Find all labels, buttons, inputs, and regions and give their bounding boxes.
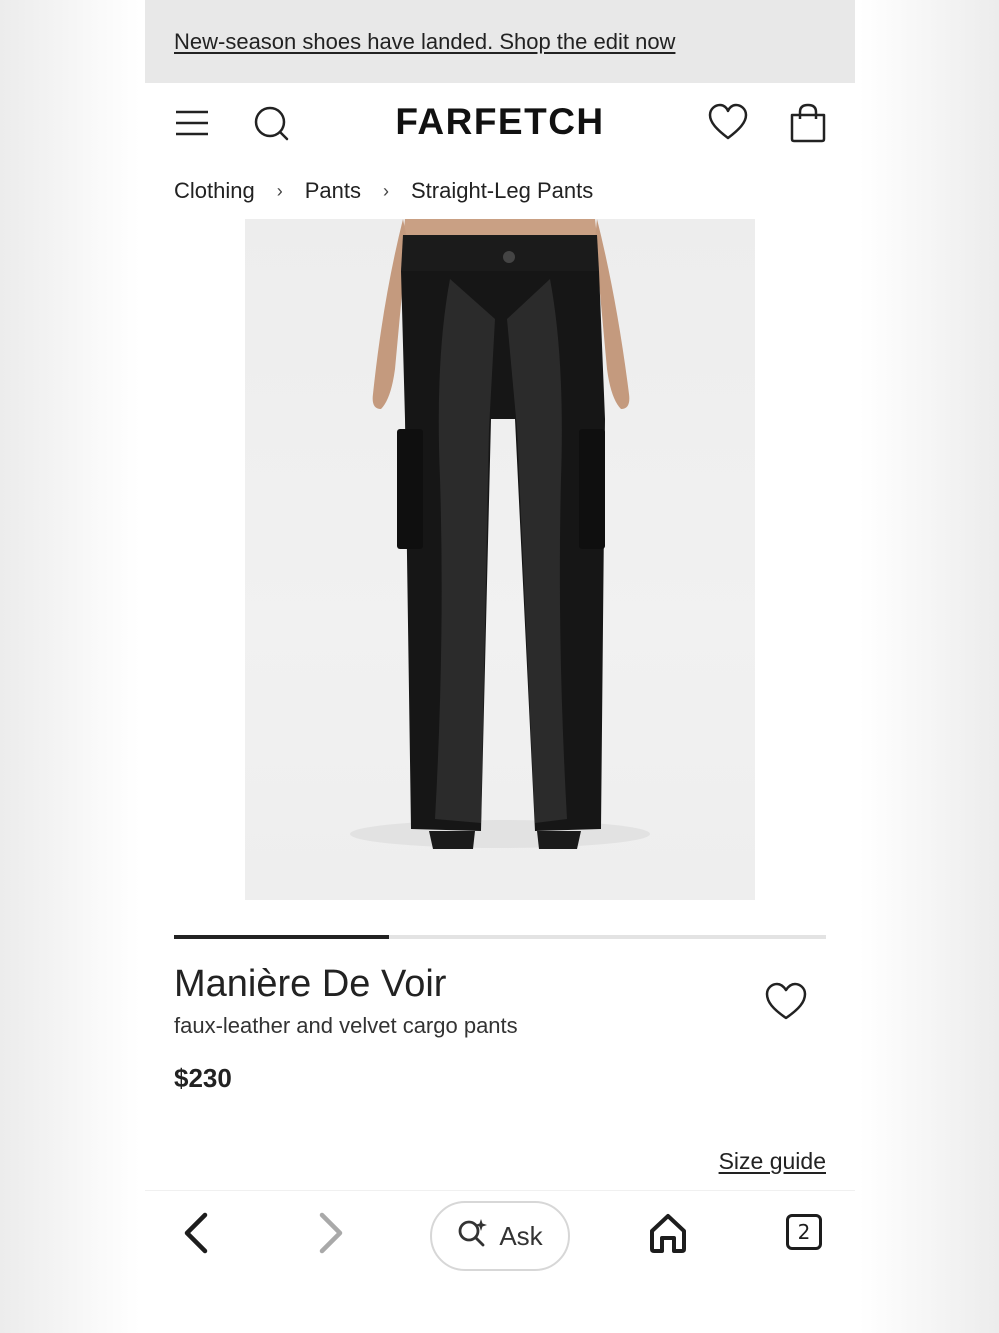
product-page: New-season shoes have landed. Shop the e… [145, 0, 855, 1333]
shopping-bag-icon[interactable] [788, 103, 828, 143]
breadcrumb-item-clothing[interactable]: Clothing [174, 178, 255, 204]
size-guide-link[interactable]: Size guide [719, 1148, 826, 1175]
site-header: FARFETCH [145, 83, 855, 163]
gallery-progress-bar [174, 935, 826, 939]
product-brand[interactable]: Manière De Voir [174, 963, 446, 1006]
breadcrumb-separator: › [382, 180, 389, 201]
ask-button[interactable]: Ask [430, 1201, 570, 1271]
forward-chevron-right-icon[interactable] [310, 1211, 350, 1255]
product-image[interactable] [245, 219, 755, 900]
add-to-wishlist-heart-icon[interactable] [763, 980, 809, 1024]
tabs-icon[interactable]: 2 [786, 1214, 822, 1250]
back-chevron-left-icon[interactable] [177, 1211, 217, 1255]
product-price: $230 [174, 1063, 232, 1093]
product-description: faux-leather and velvet cargo pants [174, 1013, 518, 1038]
breadcrumb-item-pants[interactable]: Pants [305, 178, 361, 204]
ask-label: Ask [499, 1220, 543, 1251]
breadcrumb-separator: › [276, 180, 283, 201]
breadcrumb-item-straight-leg-pants[interactable]: Straight-Leg Pants [411, 178, 593, 204]
product-photo-illustration [350, 219, 650, 849]
browser-toolbar: Ask 2 [145, 1190, 855, 1333]
ai-search-icon [457, 1217, 489, 1256]
gallery-progress-fill [174, 935, 390, 939]
home-icon[interactable] [647, 1211, 689, 1255]
promo-link[interactable]: New-season shoes have landed. Shop the e… [174, 29, 675, 55]
farfetch-logo[interactable]: FARFETCH [145, 101, 855, 143]
promo-banner: New-season shoes have landed. Shop the e… [145, 0, 855, 83]
breadcrumb: Clothing › Pants › Straight-Leg Pants [174, 178, 593, 204]
wishlist-heart-icon[interactable] [708, 103, 748, 143]
